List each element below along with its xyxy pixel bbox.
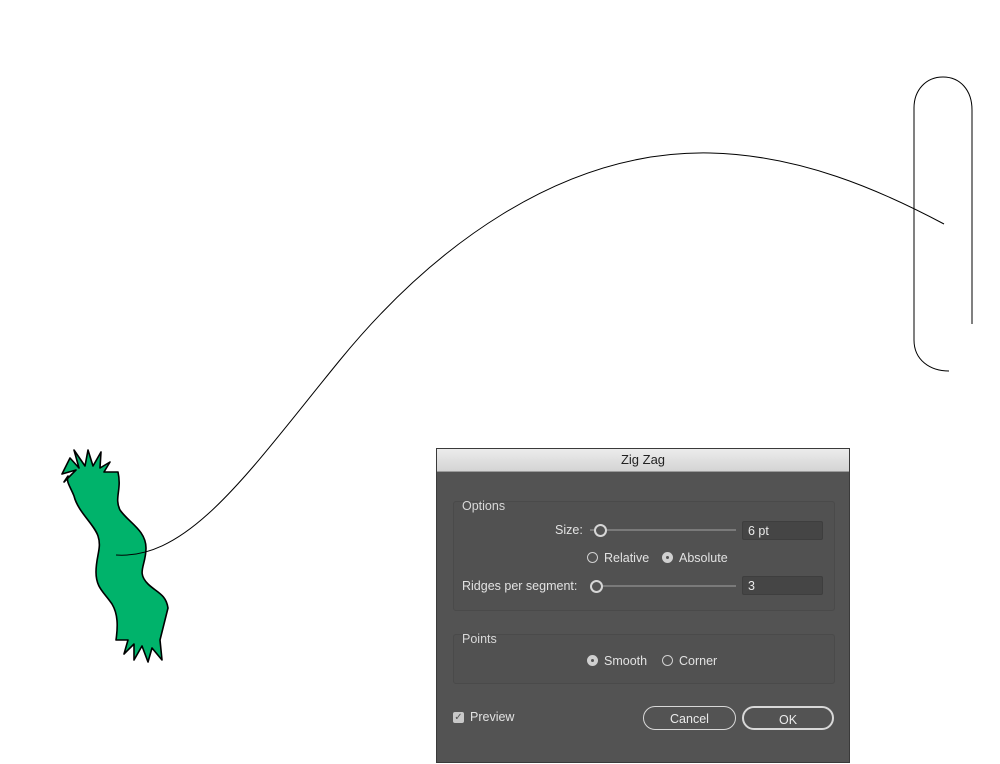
corner-label[interactable]: Corner xyxy=(679,654,717,668)
smooth-label[interactable]: Smooth xyxy=(604,654,647,668)
absolute-radio[interactable] xyxy=(662,552,673,563)
zigzag-green-shape[interactable] xyxy=(61,449,169,663)
size-label: Size: xyxy=(555,523,583,537)
points-group-label: Points xyxy=(462,632,497,646)
ok-button[interactable]: OK xyxy=(742,706,834,730)
cancel-button[interactable]: Cancel xyxy=(643,706,736,730)
size-input[interactable]: 6 pt xyxy=(742,521,823,540)
smooth-radio[interactable] xyxy=(587,655,598,666)
corner-radio[interactable] xyxy=(662,655,673,666)
ridges-label: Ridges per segment: xyxy=(462,579,578,593)
ridges-input[interactable]: 3 xyxy=(742,576,823,595)
preview-checkbox[interactable]: ✓ xyxy=(453,712,464,723)
size-slider-track[interactable] xyxy=(590,529,736,531)
ridges-slider-thumb[interactable] xyxy=(590,580,603,593)
size-slider-thumb[interactable] xyxy=(594,524,607,537)
dialog-title[interactable]: Zig Zag xyxy=(437,449,849,472)
zigzag-dialog: Zig Zag Options Size: 6 pt Relative Abso… xyxy=(437,449,849,762)
preview-label[interactable]: Preview xyxy=(470,710,514,724)
absolute-label[interactable]: Absolute xyxy=(679,551,728,565)
relative-radio[interactable] xyxy=(587,552,598,563)
relative-label[interactable]: Relative xyxy=(604,551,649,565)
ridges-slider-track[interactable] xyxy=(590,585,736,587)
options-group-label: Options xyxy=(462,499,506,513)
